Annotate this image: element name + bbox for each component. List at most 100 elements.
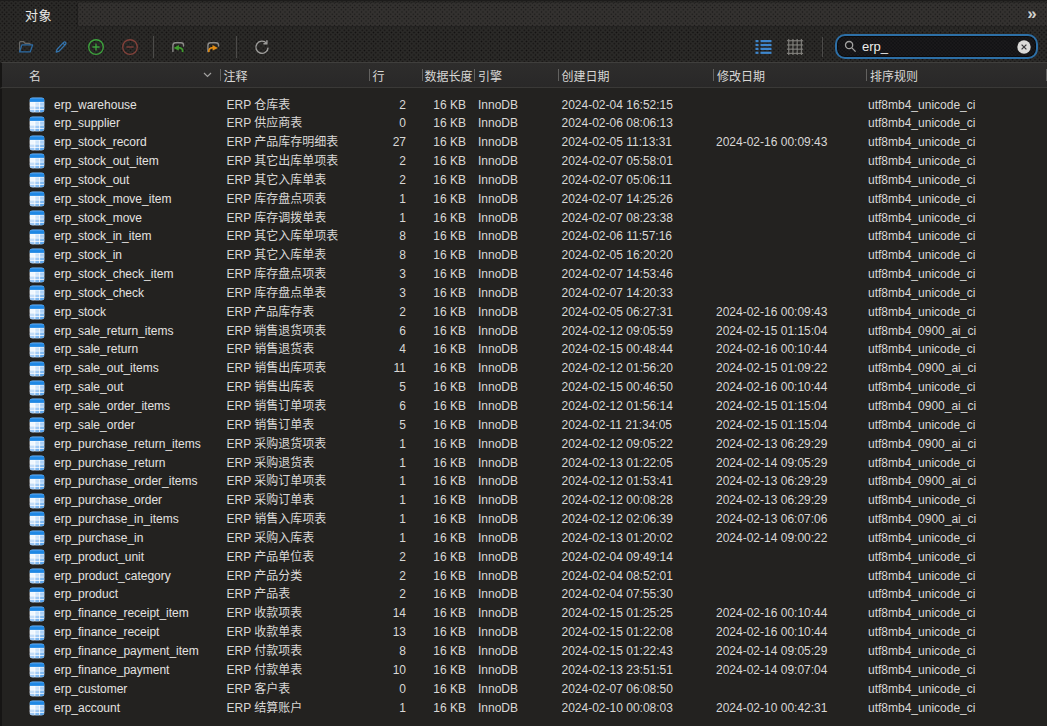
cell-table-name[interactable]: erp_purchase_order_items: [2, 472, 220, 491]
table-row[interactable]: erp_purchase_return ERP 采购退货表 1 16 KB In…: [2, 454, 1047, 473]
table-row[interactable]: erp_finance_receipt ERP 收款单表 13 16 KB In…: [2, 623, 1047, 642]
cell-table-name[interactable]: erp_finance_receipt_item: [2, 604, 220, 623]
table-row[interactable]: erp_stock_out_item ERP 其它出库单项表 2 16 KB I…: [2, 152, 1047, 171]
cell-table-name[interactable]: erp_stock_out: [2, 171, 220, 190]
cell-table-name[interactable]: erp_stock_move: [2, 209, 220, 228]
cell-table-name[interactable]: erp_finance_payment_item: [2, 642, 220, 661]
table-row[interactable]: erp_sale_order_items ERP 销售订单项表 6 16 KB …: [2, 397, 1047, 416]
column-header-collation[interactable]: 排序规则: [866, 63, 1036, 87]
column-header-data-length[interactable]: 数据长度: [422, 63, 474, 87]
cell-table-name[interactable]: erp_product_unit: [2, 548, 220, 567]
cell-collation: utf8mb4_0900_ai_ci: [866, 322, 1036, 341]
column-divider[interactable]: [474, 69, 475, 81]
table-row[interactable]: erp_purchase_order ERP 采购订单表 1 16 KB Inn…: [2, 491, 1047, 510]
cell-table-name[interactable]: erp_stock_in_item: [2, 227, 220, 246]
column-header-modified[interactable]: 修改日期: [713, 63, 866, 87]
cell-table-name[interactable]: erp_sale_out: [2, 378, 220, 397]
table-row[interactable]: erp_account ERP 结算账户 1 16 KB InnoDB 2024…: [2, 699, 1047, 718]
cell-table-name[interactable]: erp_sale_return: [2, 340, 220, 359]
search-input[interactable]: erp_: [835, 34, 1038, 59]
cell-table-name[interactable]: erp_product: [2, 585, 220, 604]
export-wizard-button export-arrow-icon[interactable]: [204, 38, 222, 56]
cell-table-name[interactable]: erp_sale_out_items: [2, 359, 220, 378]
cell-table-name[interactable]: erp_supplier: [2, 114, 220, 133]
table-row[interactable]: erp_purchase_in_items ERP 销售入库项表 1 16 KB…: [2, 510, 1047, 529]
cell-table-name[interactable]: erp_sale_order: [2, 416, 220, 435]
refresh-button refresh-icon[interactable]: [253, 38, 271, 56]
column-header-engine[interactable]: 引擎: [474, 63, 558, 87]
column-header-comment[interactable]: 注释: [220, 63, 369, 87]
cell-table-name[interactable]: erp_stock_move_item: [2, 190, 220, 209]
table-row[interactable]: erp_product ERP 产品表 2 16 KB InnoDB 2024-…: [2, 585, 1047, 604]
table-row[interactable]: erp_finance_payment_item ERP 付款项表 8 16 K…: [2, 642, 1047, 661]
table-row[interactable]: erp_stock_record ERP 产品库存明细表 27 16 KB In…: [2, 133, 1047, 152]
cell-table-name[interactable]: erp_purchase_order: [2, 491, 220, 510]
table-row[interactable]: erp_stock_in_item ERP 其它入库单项表 8 16 KB In…: [2, 227, 1047, 246]
cell-table-name[interactable]: erp_stock_check_item: [2, 265, 220, 284]
column-divider[interactable]: [866, 69, 867, 81]
cell-table-name[interactable]: erp_purchase_in_items: [2, 510, 220, 529]
column-header-name[interactable]: 名: [2, 63, 220, 87]
table-row[interactable]: erp_customer ERP 客户表 0 16 KB InnoDB 2024…: [2, 680, 1047, 699]
cell-table-name[interactable]: erp_warehouse: [2, 96, 220, 115]
cell-table-name[interactable]: erp_finance_payment: [2, 661, 220, 680]
grid-view-toggle grid-view-icon[interactable]: [787, 39, 804, 55]
cell-table-name[interactable]: erp_purchase_return: [2, 454, 220, 473]
open-table-button folder-open-icon[interactable]: [17, 38, 35, 56]
table-row[interactable]: erp_stock_out ERP 其它入库单表 2 16 KB InnoDB …: [2, 171, 1047, 190]
table-row[interactable]: erp_sale_out ERP 销售出库表 5 16 KB InnoDB 20…: [2, 378, 1047, 397]
table-icon: [29, 511, 45, 527]
table-row[interactable]: erp_sale_return_items ERP 销售退货项表 6 16 KB…: [2, 322, 1047, 341]
column-divider[interactable]: [369, 69, 370, 81]
cell-table-name[interactable]: erp_stock_check: [2, 284, 220, 303]
search-clear-button clear-circle-icon[interactable]: [1017, 40, 1031, 54]
cell-table-name[interactable]: erp_finance_receipt: [2, 623, 220, 642]
table-row[interactable]: erp_sale_out_items ERP 销售出库项表 11 16 KB I…: [2, 359, 1047, 378]
cell-table-name[interactable]: erp_purchase_in: [2, 529, 220, 548]
table-row[interactable]: erp_sale_order ERP 销售订单表 5 16 KB InnoDB …: [2, 416, 1047, 435]
cell-collation: utf8mb4_unicode_ci: [866, 416, 1036, 435]
cell-table-name[interactable]: erp_stock_in: [2, 246, 220, 265]
table-row[interactable]: erp_stock_check_item ERP 库存盘点项表 3 16 KB …: [2, 265, 1047, 284]
table-row[interactable]: erp_finance_receipt_item ERP 收款项表 14 16 …: [2, 604, 1047, 623]
cell-table-name[interactable]: erp_product_category: [2, 567, 220, 586]
column-divider[interactable]: [558, 69, 559, 81]
cell-table-name[interactable]: erp_stock_record: [2, 133, 220, 152]
table-row[interactable]: erp_sale_return ERP 销售退货表 4 16 KB InnoDB…: [2, 340, 1047, 359]
cell-table-name[interactable]: erp_purchase_return_items: [2, 435, 220, 454]
table-row[interactable]: erp_purchase_order_items ERP 采购订单项表 1 16…: [2, 472, 1047, 491]
list-view-toggle list-view-icon[interactable]: [755, 39, 772, 55]
table-row[interactable]: erp_stock_in ERP 其它入库单表 8 16 KB InnoDB 2…: [2, 246, 1047, 265]
table-row[interactable]: erp_product_category ERP 产品分类 2 16 KB In…: [2, 567, 1047, 586]
cell-table-name[interactable]: erp_account: [2, 699, 220, 718]
column-divider[interactable]: [713, 69, 714, 81]
column-divider[interactable]: [220, 69, 221, 81]
cell-table-name[interactable]: erp_sale_return_items: [2, 322, 220, 341]
new-table-button plus-circle-icon[interactable]: [87, 38, 105, 56]
table-row[interactable]: erp_supplier ERP 供应商表 0 16 KB InnoDB 202…: [2, 114, 1047, 133]
table-row[interactable]: erp_product_unit ERP 产品单位表 2 16 KB InnoD…: [2, 548, 1047, 567]
table-row[interactable]: erp_finance_payment ERP 付款单表 10 16 KB In…: [2, 661, 1047, 680]
table-row[interactable]: erp_stock_move_item ERP 库存盘点项表 1 16 KB I…: [2, 190, 1047, 209]
delete-table-button minus-circle-icon[interactable]: [121, 38, 139, 56]
table-row[interactable]: erp_stock_move ERP 库存调拨单表 1 16 KB InnoDB…: [2, 209, 1047, 228]
cell-data-length: 16 KB: [422, 340, 474, 359]
import-wizard-button import-arrow-icon[interactable]: [169, 38, 187, 56]
design-table-button pencil-icon[interactable]: [52, 38, 70, 56]
table-row[interactable]: erp_warehouse ERP 仓库表 2 16 KB InnoDB 202…: [2, 96, 1047, 115]
cell-table-name[interactable]: erp_sale_order_items: [2, 397, 220, 416]
column-header-created[interactable]: 创建日期: [558, 63, 714, 87]
cell-table-name[interactable]: erp_customer: [2, 680, 220, 699]
column-header-rows[interactable]: 行: [369, 63, 423, 87]
column-divider[interactable]: [422, 69, 423, 81]
cell-table-name[interactable]: erp_stock: [2, 303, 220, 322]
tab-overflow-button[interactable]: »: [1019, 2, 1045, 26]
table-row[interactable]: erp_purchase_return_items ERP 采购退货项表 1 1…: [2, 435, 1047, 454]
table-row[interactable]: erp_stock_check ERP 库存盘点单表 3 16 KB InnoD…: [2, 284, 1047, 303]
cell-created-date: 2024-02-12 01:53:41: [558, 472, 714, 491]
tab-objects[interactable]: 对象: [0, 1, 77, 28]
table-row[interactable]: erp_purchase_in ERP 采购入库表 1 16 KB InnoDB…: [2, 529, 1047, 548]
tab-strip[interactable]: [77, 3, 1047, 27]
table-row[interactable]: erp_stock ERP 产品库存表 2 16 KB InnoDB 2024-…: [2, 303, 1047, 322]
cell-table-name[interactable]: erp_stock_out_item: [2, 152, 220, 171]
